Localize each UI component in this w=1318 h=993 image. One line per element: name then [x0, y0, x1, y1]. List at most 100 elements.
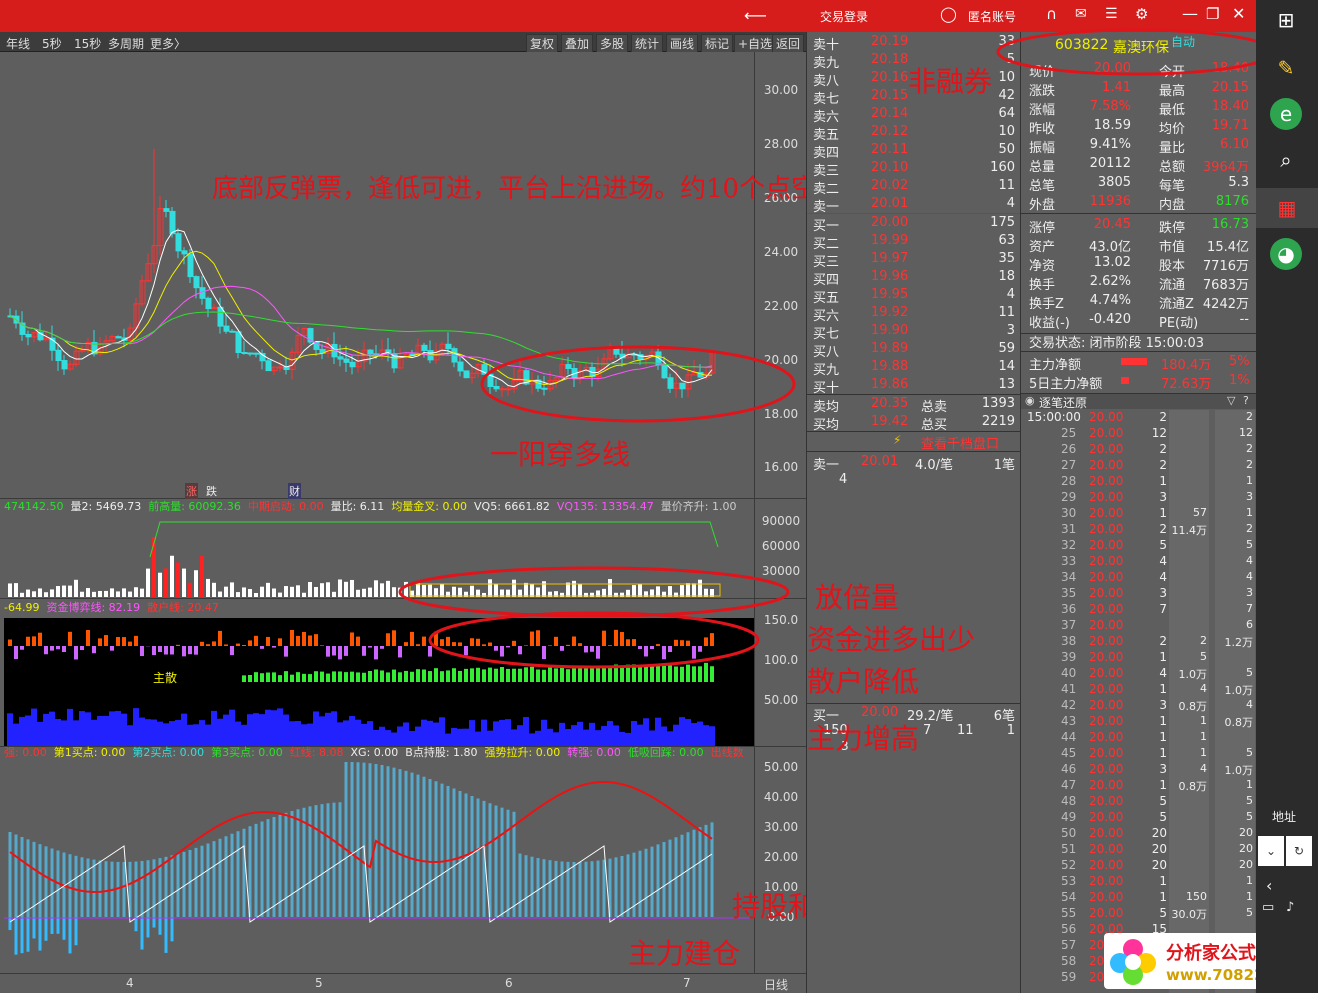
tick-row[interactable]: 50 20.00 20 20	[1021, 826, 1257, 842]
tick-row[interactable]: 37 20.00 6	[1021, 618, 1257, 634]
tick-row[interactable]: 52 20.00 20 20	[1021, 858, 1257, 874]
tick-row[interactable]: 34 20.00 4 4	[1021, 570, 1257, 586]
volume-bar	[122, 588, 126, 597]
buy-row[interactable]: 买七 19.90 3	[807, 322, 1021, 342]
sell-row[interactable]: 卖四 20.11 50	[807, 141, 1021, 161]
tick-row[interactable]: 55 20.00 5 30.0万 5	[1021, 906, 1257, 922]
tab-multi-period[interactable]: 多周期	[108, 35, 144, 52]
gear-icon[interactable]: ⚙	[1135, 5, 1148, 23]
tick-row[interactable]: 54 20.00 1 150 1	[1021, 890, 1257, 906]
tick-row[interactable]: 36 20.00 7 7	[1021, 602, 1257, 618]
buy-row[interactable]: 买六 19.92 11	[807, 304, 1021, 324]
tick-row[interactable]: 29 20.00 3 3	[1021, 490, 1257, 506]
sell-row[interactable]: 卖六 20.14 64	[807, 105, 1021, 125]
sell-row[interactable]: 卖三 20.10 160	[807, 159, 1021, 179]
headset-icon[interactable]: ∩	[1046, 5, 1057, 23]
collapse-icon[interactable]: ◉	[1025, 394, 1035, 407]
tick-row[interactable]: 44 20.00 1 1	[1021, 730, 1257, 746]
tick-row[interactable]: 27 20.00 2 2	[1021, 458, 1257, 474]
tab-more[interactable]: 更多〉	[150, 35, 186, 52]
tick-row[interactable]: 15:00:00 20.00 2 2	[1021, 410, 1257, 426]
windows-icon[interactable]: ⊞	[1270, 4, 1302, 36]
buy-row[interactable]: 买一 20.00 175	[807, 214, 1021, 234]
tick-list[interactable]: 15:00:00 20.00 2 2 25 20.00 12 12 26 20.…	[1021, 410, 1257, 993]
trade-login-button[interactable]: 交易登录	[820, 8, 868, 25]
multi-stock-button[interactable]: 多股	[596, 34, 629, 53]
buy-row[interactable]: 买五 19.95 4	[807, 286, 1021, 306]
mail-icon[interactable]: ✉	[1075, 6, 1087, 22]
filter-icon[interactable]: ▽	[1227, 394, 1235, 407]
chart-area[interactable]: 30.00 28.00 26.00 24.00 22.00 20.00 18.0…	[0, 52, 843, 993]
tick-row[interactable]: 33 20.00 4 4	[1021, 554, 1257, 570]
tick-row[interactable]: 43 20.00 1 1 0.8万	[1021, 714, 1257, 730]
browser-icon[interactable]: e	[1270, 98, 1302, 130]
adjust-button[interactable]: 复权	[526, 34, 559, 53]
anon-account-button[interactable]: 匿名账号	[968, 8, 1016, 25]
sell-row[interactable]: 卖一 20.01 4	[807, 195, 1021, 215]
main-bar	[470, 668, 474, 682]
tick-row[interactable]: 47 20.00 1 0.8万 1	[1021, 778, 1257, 794]
tick-row[interactable]: 48 20.00 5 5	[1021, 794, 1257, 810]
tick-row[interactable]: 45 20.00 1 1 5	[1021, 746, 1257, 762]
back-arrow-icon[interactable]: ⟵	[744, 6, 767, 25]
minimize-icon[interactable]: —	[1182, 4, 1198, 23]
tab-year[interactable]: 年线	[6, 35, 30, 52]
tick-row[interactable]: 42 20.00 3 0.8万 4	[1021, 698, 1257, 714]
tick-row[interactable]: 25 20.00 12 12	[1021, 426, 1257, 442]
back-button[interactable]: 返回	[772, 34, 805, 53]
overlay-button[interactable]: 叠加	[561, 34, 594, 53]
buy-row[interactable]: 买四 19.96 18	[807, 268, 1021, 288]
period-label[interactable]: 日线	[764, 976, 788, 993]
stats-button[interactable]: 统计	[631, 34, 664, 53]
add-watchlist-button[interactable]: +自选	[734, 34, 777, 53]
pen-icon[interactable]: ✎	[1270, 52, 1302, 84]
tick-row[interactable]: 41 20.00 1 4 1.0万	[1021, 682, 1257, 698]
sell-row[interactable]: 卖十 20.19 33	[807, 33, 1021, 53]
view-10-row[interactable]: ⚡ 查看千档盘口	[807, 431, 1021, 452]
tick-row[interactable]: 53 20.00 1 1	[1021, 874, 1257, 890]
refresh-icon[interactable]: ↻	[1286, 836, 1312, 866]
help-icon[interactable]: ?	[1243, 394, 1249, 407]
draw-line-button[interactable]: 画线	[666, 34, 699, 53]
search-icon[interactable]: ⌕	[1270, 144, 1302, 176]
tab-15s[interactable]: 15秒	[74, 35, 101, 52]
tick-row[interactable]: 39 20.00 1 5	[1021, 650, 1257, 666]
tick-row[interactable]: 26 20.00 2 2	[1021, 442, 1257, 458]
restore-icon[interactable]: ❐	[1206, 5, 1219, 23]
view-10-link[interactable]: 查看千档盘口	[921, 433, 999, 452]
tick-row[interactable]: 38 20.00 2 2 1.2万	[1021, 634, 1257, 650]
list-icon[interactable]: ☰	[1105, 6, 1118, 22]
wechat-icon[interactable]: ◕	[1270, 238, 1302, 270]
buy-row[interactable]: 买三 19.97 35	[807, 250, 1021, 270]
tick-row[interactable]: 35 20.00 3 3	[1021, 586, 1257, 602]
user-icon[interactable]: ◯	[940, 5, 957, 23]
mark-button[interactable]: 标记	[701, 34, 734, 53]
tab-5s[interactable]: 5秒	[42, 35, 62, 52]
buy-row[interactable]: 买二 19.99 63	[807, 232, 1021, 252]
close-icon[interactable]: ✕	[1232, 4, 1245, 23]
network-icon[interactable]: ▭	[1262, 900, 1274, 915]
marker-up[interactable]: 涨	[185, 483, 198, 499]
marker-finance[interactable]: 财	[288, 483, 301, 499]
tick-row[interactable]: 31 20.00 2 11.4万 2	[1021, 522, 1257, 538]
tick-row[interactable]: 32 20.00 5 5	[1021, 538, 1257, 554]
tick-row[interactable]: 51 20.00 20 20	[1021, 842, 1257, 858]
sell-row[interactable]: 卖二 20.02 11	[807, 177, 1021, 197]
tick-row[interactable]: 46 20.00 3 4 1.0万	[1021, 762, 1257, 778]
stock-name[interactable]: 嘉澳环保	[1113, 37, 1169, 57]
buy-row[interactable]: 买十 19.86 13	[807, 376, 1021, 396]
tick-row[interactable]: 40 20.00 4 1.0万 5	[1021, 666, 1257, 682]
stock-code[interactable]: 603822	[1055, 37, 1108, 53]
auto-label[interactable]: 自动	[1171, 33, 1195, 50]
tick-row[interactable]: 30 20.00 1 57 1	[1021, 506, 1257, 522]
buy-row[interactable]: 买九 19.88 14	[807, 358, 1021, 378]
marker-down[interactable]: 跌	[206, 483, 217, 499]
tick-row[interactable]: 49 20.00 5 5	[1021, 810, 1257, 826]
buy-row[interactable]: 买八 19.89 59	[807, 340, 1021, 360]
address-dropdown[interactable]: ⌄	[1258, 836, 1284, 866]
volume-icon[interactable]: ♪	[1286, 900, 1294, 915]
chevron-left-icon[interactable]: ‹	[1266, 876, 1272, 895]
app-icon[interactable]: ▦	[1256, 188, 1318, 228]
sell-row[interactable]: 卖五 20.12 10	[807, 123, 1021, 143]
tick-row[interactable]: 28 20.00 1 1	[1021, 474, 1257, 490]
